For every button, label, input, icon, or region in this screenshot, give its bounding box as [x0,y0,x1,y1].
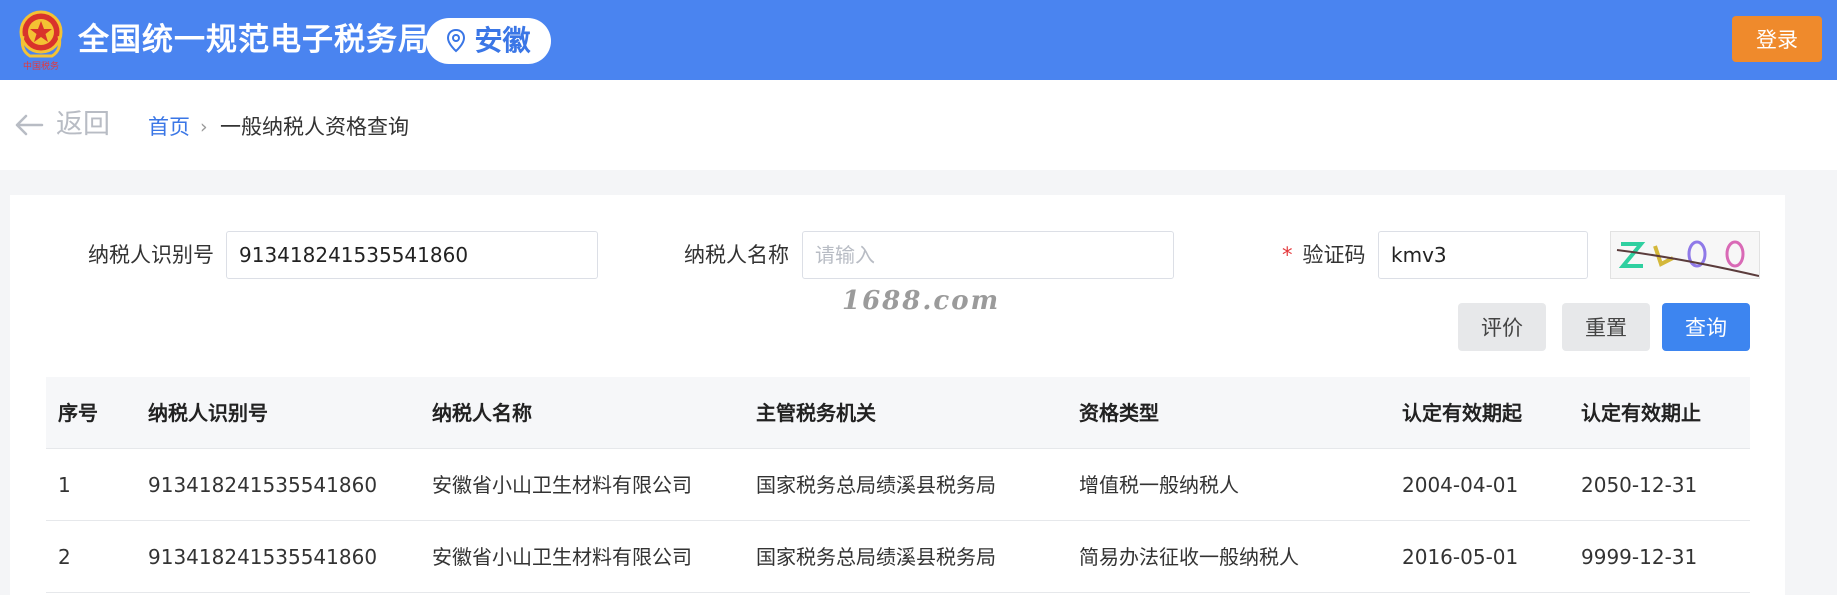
table-row: 1 913418241535541860 安徽省小山卫生材料有限公司 国家税务总… [46,449,1750,521]
table-cell: 简易办法征收一般纳税人 [1079,545,1299,569]
rate-button[interactable]: 评价 [1458,303,1546,351]
region-name: 安徽 [474,24,531,57]
breadcrumb-current: 一般纳税人资格查询 [220,115,409,139]
top-header: 中国税务 全国统一规范电子税务局 安徽 登录 [0,0,1837,80]
watermark: 1688.com [842,286,1001,316]
query-button[interactable]: 查询 [1662,303,1750,351]
taxpayer-name-input[interactable] [802,231,1174,279]
captcha-label-text: 验证码 [1302,243,1366,267]
table-row: 2 913418241535541860 安徽省小山卫生材料有限公司 国家税务总… [46,521,1750,593]
captcha-input[interactable] [1378,231,1588,279]
table-cell: 安徽省小山卫生材料有限公司 [432,473,692,497]
table-cell: 国家税务总局绩溪县税务局 [756,545,996,569]
taxpayer-id-input[interactable] [226,231,598,279]
table-cell: 国家税务总局绩溪县税务局 [756,473,996,497]
captcha-image[interactable] [1610,231,1760,279]
reset-button[interactable]: 重置 [1562,303,1650,351]
back-arrow-icon [15,114,44,136]
required-mark: * [1282,243,1293,267]
col-header: 主管税务机关 [756,401,876,425]
tax-emblem-icon: 中国税务 [19,10,63,72]
table-cell: 913418241535541860 [148,545,378,569]
location-pin-icon [447,29,466,53]
col-header: 纳税人名称 [432,401,532,425]
result-table: 序号 纳税人识别号 纳税人名称 主管税务机关 资格类型 认定有效期起 认定有效期… [46,377,1750,593]
back-label: 返回 [56,109,110,140]
table-cell: 增值税一般纳税人 [1079,473,1239,497]
site-title: 全国统一规范电子税务局 [78,22,430,58]
col-header: 纳税人识别号 [148,401,268,425]
col-header: 认定有效期止 [1581,401,1701,425]
table-cell: 2050-12-31 [1581,473,1698,497]
captcha-drawing [1616,240,1759,277]
captcha-label: * 验证码 [1282,240,1366,270]
table-cell: 2016-05-01 [1402,545,1519,569]
table-cell: 2 [58,545,71,569]
col-header: 认定有效期起 [1402,401,1522,425]
back-button[interactable]: 返回 [14,108,110,142]
table-header: 序号 纳税人识别号 纳税人名称 主管税务机关 资格类型 认定有效期起 认定有效期… [46,377,1750,449]
table-cell: 9999-12-31 [1581,545,1698,569]
col-header: 资格类型 [1079,401,1159,425]
breadcrumb-bar: 返回 首页 › 一般纳税人资格查询 [0,80,1837,170]
breadcrumb-separator: › [200,116,208,138]
query-card: 纳税人识别号 纳税人名称 * 验证码 评价 重置 查询 序号 纳税人识别号 纳税人… [10,195,1785,595]
taxpayer-id-label: 纳税人识别号 [88,243,214,267]
table-cell: 1 [58,473,71,497]
col-header: 序号 [58,401,98,425]
region-selector[interactable]: 安徽 [426,18,551,64]
breadcrumb-home-link[interactable]: 首页 [148,113,190,141]
emblem-text: 中国税务 [23,60,59,72]
table-cell: 913418241535541860 [148,473,378,497]
taxpayer-name-label: 纳税人名称 [684,243,789,267]
login-button[interactable]: 登录 [1732,16,1822,62]
table-cell: 安徽省小山卫生材料有限公司 [432,545,692,569]
table-cell: 2004-04-01 [1402,473,1519,497]
